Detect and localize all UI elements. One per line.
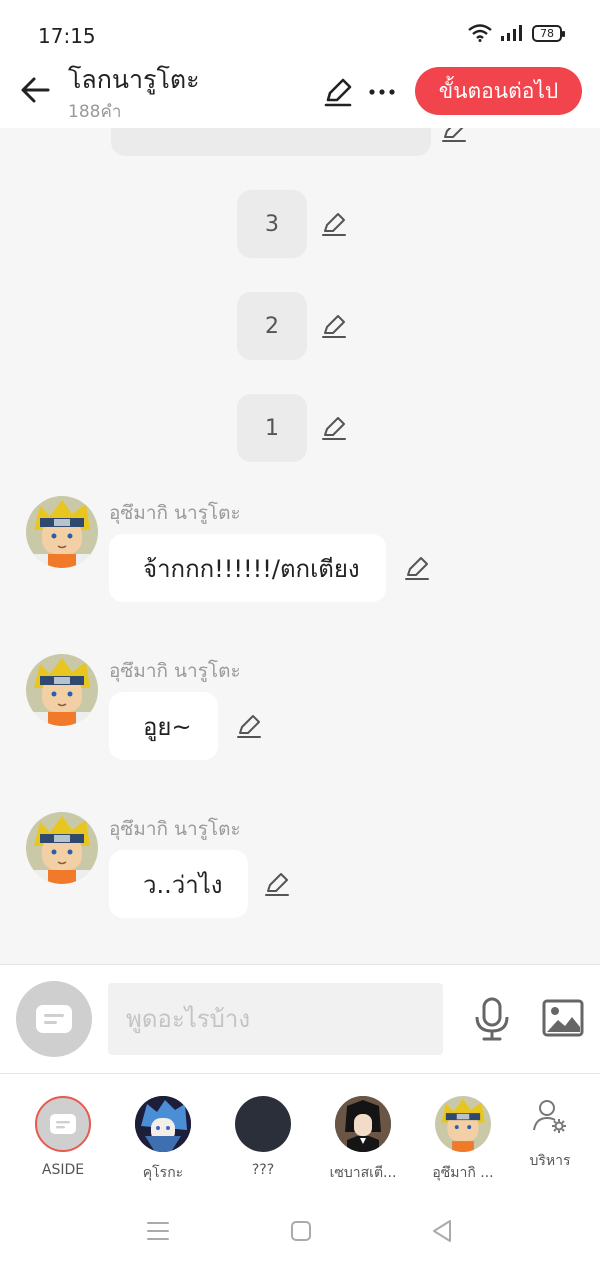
narration-bubble[interactable]: 2 [237, 292, 307, 360]
avatar [435, 1096, 491, 1152]
battery-icon: 78 [532, 24, 565, 42]
back-arrow-icon[interactable] [18, 72, 54, 108]
pencil-icon[interactable] [263, 870, 291, 898]
avatar [235, 1096, 291, 1152]
avatar[interactable] [26, 812, 98, 884]
more-icon[interactable] [366, 76, 398, 108]
user-settings-icon [533, 1100, 566, 1133]
chat-area[interactable]: 3 2 1 อุซึมากิ นารูโตะ จ้ากกก!!!!!!/ตกเต… [0, 128, 600, 964]
pencil-icon[interactable] [322, 76, 354, 108]
avatar [35, 1096, 91, 1152]
message-box-icon [50, 1114, 76, 1134]
avatar[interactable] [26, 496, 98, 568]
menu-icon[interactable] [143, 1216, 173, 1246]
character-name: อุซึมากิ ... [432, 1165, 494, 1181]
narration-bubble[interactable]: 1 [237, 394, 307, 462]
image-icon[interactable] [542, 999, 584, 1037]
pencil-icon[interactable] [403, 554, 431, 582]
character-bar: ASIDE คุโรกะ ??? เซบาสเตี... อุซึมากิ ..… [0, 1074, 600, 1196]
system-nav-bar [0, 1196, 600, 1267]
microphone-icon[interactable] [472, 997, 512, 1041]
message-bubble[interactable]: อูย~ [109, 692, 218, 760]
status-icons: 78 [468, 24, 565, 42]
sender-name: อุซึมากิ นารูโตะ [109, 502, 241, 524]
character-sebastian[interactable]: เซบาสเตี... [318, 1096, 408, 1184]
character-aside[interactable]: ASIDE [18, 1096, 108, 1178]
pencil-icon[interactable] [235, 712, 263, 740]
status-bar: 17:15 78 [0, 0, 600, 56]
wifi-icon [468, 24, 492, 42]
home-icon[interactable] [286, 1216, 316, 1246]
page-title: โลกนารูโตะ [68, 65, 200, 94]
avatar [135, 1096, 191, 1152]
pencil-icon[interactable] [440, 128, 468, 144]
character-name: เซบาสเตี... [329, 1165, 397, 1181]
manage-label: บริหาร [529, 1153, 571, 1169]
input-bar [0, 964, 600, 1074]
character-name: ??? [251, 1162, 275, 1178]
message-bubble[interactable]: ว..ว่าไง [109, 850, 249, 918]
narration-bubble[interactable]: 3 [237, 190, 307, 258]
character-naruto[interactable]: อุซึมากิ ... [418, 1096, 508, 1184]
message-bubble[interactable]: จ้ากกก!!!!!!/ตกเตียง [109, 534, 386, 602]
character-name: ASIDE [41, 1162, 85, 1178]
character-unknown[interactable]: ??? [218, 1096, 308, 1178]
pencil-icon[interactable] [320, 210, 348, 238]
narration-bubble-partial [111, 128, 431, 156]
avatar[interactable] [26, 654, 98, 726]
message-input[interactable] [108, 983, 443, 1055]
message-box-icon [36, 1005, 72, 1033]
next-step-button[interactable]: ขั้นตอนต่อไป [415, 67, 582, 115]
back-triangle-icon[interactable] [428, 1216, 458, 1246]
word-count: 188คำ [68, 102, 122, 122]
header: โลกนารูโตะ 188คำ ขั้นตอนต่อไป [0, 56, 600, 128]
manage-button[interactable]: บริหาร [516, 1098, 584, 1172]
character-kuroka[interactable]: คุโรกะ [118, 1096, 208, 1184]
status-time: 17:15 [38, 24, 96, 48]
sender-name: อุซึมากิ นารูโตะ [109, 818, 241, 840]
signal-icon [501, 25, 522, 41]
aside-toggle-button[interactable] [16, 981, 92, 1057]
avatar [335, 1096, 391, 1152]
sender-name: อุซึมากิ นารูโตะ [109, 660, 241, 682]
pencil-icon[interactable] [320, 312, 348, 340]
pencil-icon[interactable] [320, 414, 348, 442]
character-name: คุโรกะ [142, 1165, 184, 1181]
